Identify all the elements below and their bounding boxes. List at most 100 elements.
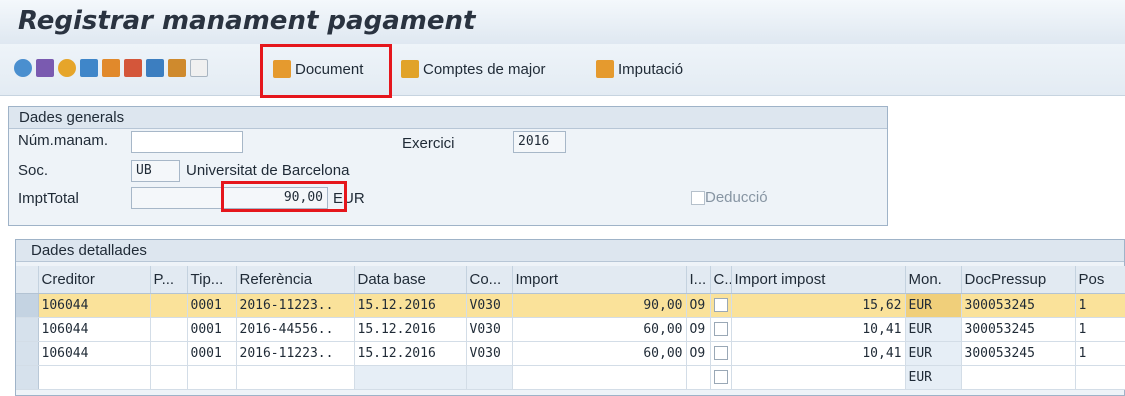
referencia-cell[interactable]: 2016-11223..: [236, 293, 355, 318]
row-checkbox[interactable]: [713, 298, 728, 312]
tip-cell[interactable]: 0001: [187, 317, 237, 342]
column-header[interactable]: P...: [150, 266, 188, 294]
search-icon[interactable]: [14, 59, 32, 77]
ledger-icon: [401, 60, 419, 78]
import-impost-cell[interactable]: 10,41: [731, 341, 906, 366]
import-impost-cell[interactable]: 10,41: [731, 317, 906, 342]
co-cell[interactable]: [466, 365, 513, 390]
column-header[interactable]: Co...: [466, 266, 513, 294]
comptes-button-label: Comptes de major: [423, 60, 546, 78]
pos-cell[interactable]: 1: [1075, 293, 1125, 318]
column-header[interactable]: Tip...: [187, 266, 237, 294]
row-checkbox[interactable]: [713, 346, 728, 360]
p-cell[interactable]: [150, 317, 188, 342]
import-cell[interactable]: 90,00: [512, 293, 687, 318]
column-header[interactable]: Creditor: [38, 266, 151, 294]
co-cell[interactable]: V030: [466, 341, 513, 366]
deduccio-checkbox[interactable]: Deducció: [691, 189, 768, 206]
num-manam-input[interactable]: [131, 131, 243, 153]
c-checkbox-cell[interactable]: [710, 317, 732, 342]
comptes-de-major-button[interactable]: Comptes de major: [401, 57, 546, 81]
co-cell[interactable]: V030: [466, 293, 513, 318]
column-header[interactable]: Referència: [236, 266, 355, 294]
p-cell[interactable]: [150, 365, 188, 390]
referencia-cell[interactable]: 2016-44556..: [236, 317, 355, 342]
column-header[interactable]: Import: [512, 266, 687, 294]
import-impost-cell[interactable]: 15,62: [731, 293, 906, 318]
creditor-cell[interactable]: 106044: [38, 293, 151, 318]
creditor-cell[interactable]: [38, 365, 151, 390]
row-selector[interactable]: [16, 317, 39, 342]
column-header[interactable]: C..: [710, 266, 732, 294]
c-checkbox-cell[interactable]: [710, 365, 732, 390]
pos-cell[interactable]: 1: [1075, 341, 1125, 366]
import-cell[interactable]: 60,00: [512, 317, 687, 342]
copy-doc-icon[interactable]: [124, 59, 142, 77]
import-cell[interactable]: [512, 365, 687, 390]
table-row[interactable]: 106044 0001 2016-11223.. 15.12.2016 V030…: [16, 341, 1125, 366]
data-base-cell[interactable]: [354, 365, 467, 390]
docpressup-cell[interactable]: 300053245: [961, 293, 1076, 318]
referencia-cell[interactable]: [236, 365, 355, 390]
p-cell[interactable]: [150, 341, 188, 366]
moneda-cell[interactable]: EUR: [905, 293, 962, 318]
impt-total-field[interactable]: 90,00: [131, 187, 328, 209]
import-cell[interactable]: 60,00: [512, 341, 687, 366]
data-base-cell[interactable]: 15.12.2016: [354, 293, 467, 318]
pos-cell[interactable]: [1075, 365, 1125, 390]
row-checkbox[interactable]: [713, 370, 728, 384]
soc-field[interactable]: UB: [131, 160, 180, 182]
soc-label: Soc.: [18, 162, 49, 179]
row-selector[interactable]: [16, 365, 39, 390]
i-cell[interactable]: O9: [686, 317, 711, 342]
row-selector[interactable]: [16, 293, 39, 318]
deduccio-label: Deducció: [705, 189, 768, 206]
tip-cell[interactable]: 0001: [187, 293, 237, 318]
tip-cell[interactable]: 0001: [187, 341, 237, 366]
copy-icon[interactable]: [102, 59, 120, 77]
docpressup-cell[interactable]: [961, 365, 1076, 390]
select-all-cell[interactable]: [16, 266, 39, 294]
impt-total-label: ImptTotal: [18, 190, 79, 207]
data-base-cell[interactable]: 15.12.2016: [354, 341, 467, 366]
i-cell[interactable]: O9: [686, 293, 711, 318]
column-header[interactable]: I...: [686, 266, 711, 294]
table-row[interactable]: 106044 0001 2016-44556.. 15.12.2016 V030…: [16, 317, 1125, 342]
docpressup-cell[interactable]: 300053245: [961, 341, 1076, 366]
data-base-cell[interactable]: 15.12.2016: [354, 317, 467, 342]
column-header[interactable]: DocPressup: [961, 266, 1076, 294]
undo-icon[interactable]: [146, 59, 164, 77]
user-icon[interactable]: [58, 59, 76, 77]
p-cell[interactable]: [150, 293, 188, 318]
table-row[interactable]: EUR: [16, 365, 1125, 390]
moneda-cell[interactable]: EUR: [905, 317, 962, 342]
table-row[interactable]: 106044 0001 2016-11223.. 15.12.2016 V030…: [16, 293, 1125, 318]
tree-icon[interactable]: [168, 59, 186, 77]
i-cell[interactable]: [686, 365, 711, 390]
creditor-cell[interactable]: 106044: [38, 341, 151, 366]
exercici-field[interactable]: 2016: [513, 131, 566, 153]
document-button[interactable]: Document: [273, 57, 363, 81]
c-checkbox-cell[interactable]: [710, 341, 732, 366]
pos-cell[interactable]: 1: [1075, 317, 1125, 342]
moneda-cell[interactable]: EUR: [905, 365, 962, 390]
column-header[interactable]: Pos: [1075, 266, 1125, 294]
docpressup-cell[interactable]: 300053245: [961, 317, 1076, 342]
c-checkbox-cell[interactable]: [710, 293, 732, 318]
i-cell[interactable]: O9: [686, 341, 711, 366]
moneda-cell[interactable]: EUR: [905, 341, 962, 366]
import-impost-cell[interactable]: [731, 365, 906, 390]
trash-icon[interactable]: [80, 59, 98, 77]
print-icon[interactable]: [36, 59, 54, 77]
row-selector[interactable]: [16, 341, 39, 366]
edit-icon[interactable]: [190, 59, 208, 77]
tip-cell[interactable]: [187, 365, 237, 390]
column-header[interactable]: Data base: [354, 266, 467, 294]
row-checkbox[interactable]: [713, 322, 728, 336]
co-cell[interactable]: V030: [466, 317, 513, 342]
column-header[interactable]: Import impost: [731, 266, 906, 294]
column-header[interactable]: Mon.: [905, 266, 962, 294]
referencia-cell[interactable]: 2016-11223..: [236, 341, 355, 366]
imputacio-button[interactable]: Imputació: [596, 57, 683, 81]
creditor-cell[interactable]: 106044: [38, 317, 151, 342]
